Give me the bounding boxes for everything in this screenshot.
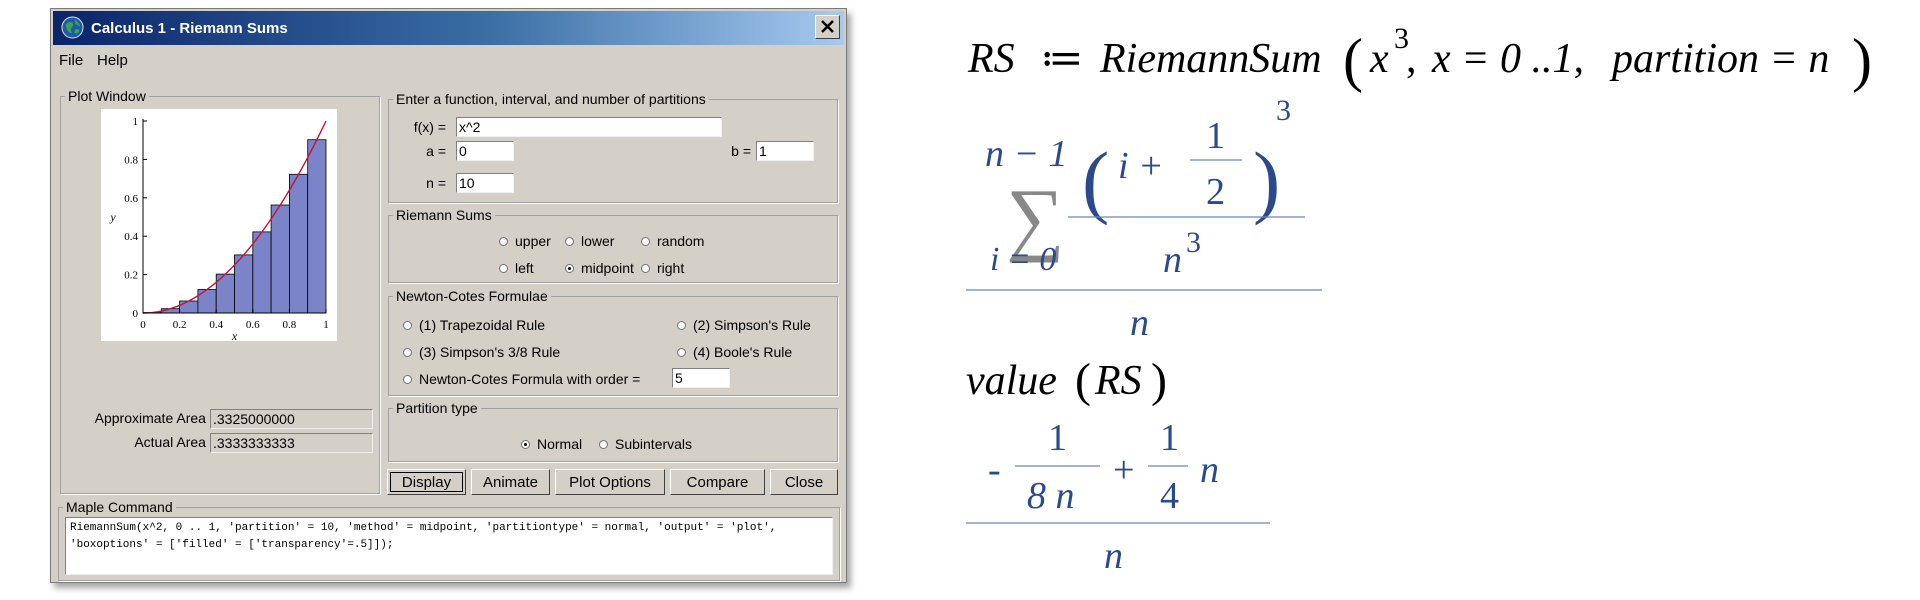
assign-operator: ≔ (1040, 36, 1083, 82)
interval-argument: x = 0 ..1, (1431, 36, 1584, 82)
half-numerator: 1 (1206, 115, 1225, 157)
sum-upper-limit: n − 1 (985, 133, 1068, 175)
rs-assign-lhs: RS (967, 36, 1015, 82)
integrand-base: x (1369, 36, 1389, 82)
paren-open: ( (1343, 27, 1363, 93)
half-denominator: 2 (1206, 171, 1225, 213)
outer-den-1: n (1130, 302, 1149, 344)
result-plus: + (1113, 449, 1134, 491)
inner-paren-open: ( (1082, 135, 1109, 226)
result-b-var: n (1200, 449, 1219, 491)
sum-den-base: n (1163, 239, 1182, 281)
worksheet-math: RS ≔ RiemannSum ( x 3 , x = 0 ..1, parti… (966, 22, 1872, 577)
inner-paren-close: ) (1253, 135, 1280, 226)
sum-lower-limit: i = 0 (990, 241, 1056, 278)
result-minus: - (988, 449, 1001, 491)
riemann-sum-function: RiemannSum (1099, 36, 1322, 82)
sum-den-exp: 3 (1186, 226, 1201, 259)
value-paren-open: ( (1075, 354, 1091, 407)
partition-argument: partition = n (1609, 36, 1829, 82)
paren-close: ) (1852, 27, 1872, 93)
value-argument: RS (1094, 358, 1142, 404)
value-paren-close: ) (1151, 354, 1167, 407)
arg-comma: , (1406, 36, 1417, 82)
value-function: value (966, 358, 1057, 404)
result-a-numerator: 1 (1048, 417, 1067, 459)
outer-den-2: n (1104, 535, 1123, 577)
inner-power: 3 (1276, 94, 1291, 127)
result-b-denominator: 4 (1160, 475, 1179, 517)
result-b-numerator: 1 (1160, 417, 1179, 459)
result-a-denominator: 8 n (1027, 475, 1075, 517)
sum-index-var: i + (1118, 145, 1164, 187)
